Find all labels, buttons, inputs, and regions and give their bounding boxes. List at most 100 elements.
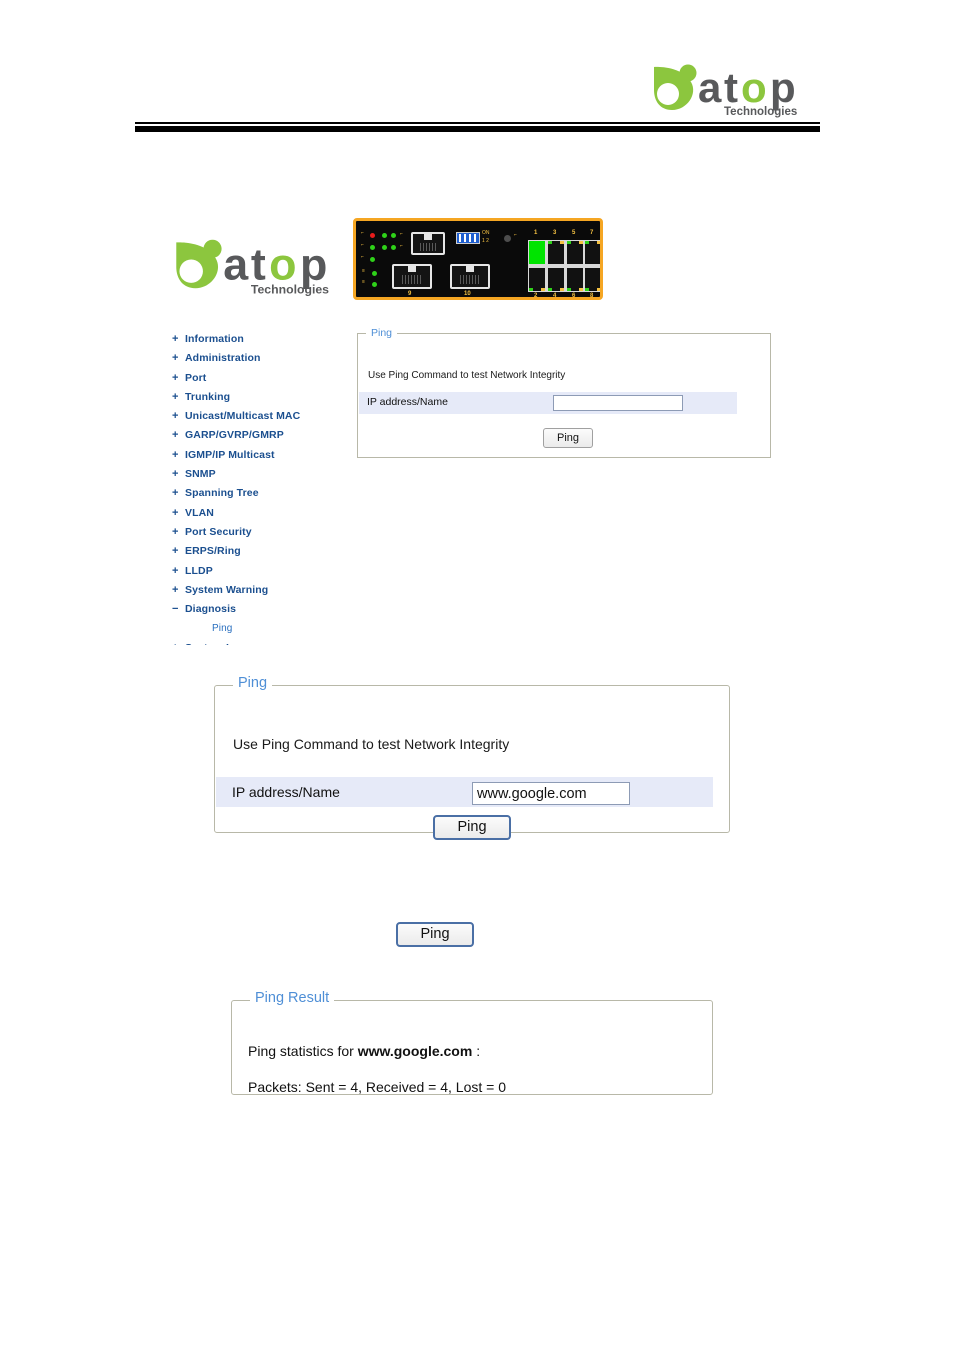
port-number-8: 8 [590,293,594,299]
port-2 [529,268,545,291]
status-led-6 [370,257,375,262]
port-block-1-8 [528,240,600,292]
port-number-4: 4 [553,293,557,299]
atop-logo-device-ui: a t o p Technologies [172,236,348,300]
status-led-4 [382,245,387,250]
sidebar-item-lldp[interactable]: + LLDP [172,560,352,579]
ping-statistics-target: www.google.com [357,1043,473,1059]
port-7 [585,241,600,264]
ping-button[interactable]: Ping [433,815,511,840]
sidebar-item-label: Trunking [185,390,231,403]
sidebar-item-administration[interactable]: + Administration [172,347,352,366]
collapse-minus-icon[interactable]: − [172,600,185,619]
header-rule-thick [135,126,820,132]
port-number-9: 9 [408,291,412,297]
led-label-e: ⌐ [400,243,403,249]
sidebar-item-ping[interactable]: Ping [172,617,352,636]
svg-text:t: t [724,64,738,111]
port-4 [548,268,564,291]
ping-statistics-suffix: : [472,1043,481,1059]
sidebar-item-label: Port [185,371,207,384]
sidebar-item-trunking[interactable]: + Trunking [172,386,352,405]
svg-text:p: p [770,64,796,111]
sidebar-item-spanning-tree[interactable]: + Spanning Tree [172,482,352,501]
rj45-port-10 [450,264,490,289]
figure-device-web-ui: a t o p Technologies ⌐ ⌐ ⌐ ⌐ ⌐ ≡ ≡ ON 1 … [0,200,954,660]
sidebar-item-snmp[interactable]: + SNMP [172,463,352,482]
sidebar-navigation[interactable]: + Information + Administration + Port + Trun… [172,328,352,645]
dip-switch [456,232,480,244]
sidebar-item-garp-gvrp-gmrp[interactable]: + GARP/GVRP/GMRP [172,424,352,443]
ip-address-name-label: IP address/Name [232,784,340,800]
rj45-console-port [411,232,445,255]
led-label-f: ≡ [362,268,365,274]
ping-statistics-prefix: Ping statistics for [248,1043,358,1059]
sidebar-item-erps-ring[interactable]: + ERPS/Ring [172,540,352,559]
figure-ping-form: Ping Use Ping Command to test Network In… [0,660,954,875]
device-front-panel-image: ⌐ ⌐ ⌐ ⌐ ⌐ ≡ ≡ ON 1 2 ⌐ 9 10 1 3 5 7 2 4 … [353,218,603,300]
sidebar-item-system-warning[interactable]: + System Warning [172,579,352,598]
sidebar-item-information[interactable]: + Information [172,328,352,347]
ip-address-name-input[interactable] [553,395,683,411]
expand-plus-icon[interactable]: + [172,639,185,645]
ping-statistics-line: Ping statistics for www.google.com : [248,1043,480,1059]
sidebar-item-label: Ping [212,623,233,635]
port-number-3: 3 [553,230,557,236]
ip-address-name-input[interactable] [472,782,630,805]
ip-address-name-label: IP address/Name [367,396,448,408]
sidebar-item-label: System Log [185,642,246,645]
sidebar-item-label: ERPS/Ring [185,545,241,558]
figure-ping-button: Ping [0,900,954,970]
led-label-a: ⌐ [361,230,364,236]
port-8 [585,268,600,291]
sidebar-item-label: Unicast/Multicast MAC [185,410,301,423]
svg-text:a: a [223,240,249,290]
status-led-7 [372,271,377,276]
ping-panel-description: Use Ping Command to test Network Integri… [233,736,510,752]
ping-button[interactable]: Ping [396,922,474,947]
led-label-c: ⌐ [361,254,364,260]
led-label-g: ≡ [362,279,365,285]
status-led-power [370,233,375,238]
status-led-8 [372,282,377,287]
sidebar-item-diagnosis[interactable]: − Diagnosis [172,598,352,617]
atop-logo-tagline-device: Technologies [251,283,329,297]
ping-panel-legend: Ping [366,327,398,339]
dip-switch-label-num: 1 2 [482,238,489,244]
sidebar-item-label: VLAN [185,506,214,519]
reset-dot-label: ⌐ [514,232,517,238]
sidebar-item-vlan[interactable]: + VLAN [172,502,352,521]
reset-dot [504,235,511,242]
ping-result-legend: Ping Result [250,990,335,1006]
port-number-1: 1 [534,230,538,236]
sidebar-item-port-security[interactable]: + Port Security [172,521,352,540]
svg-text:a: a [698,64,722,111]
svg-text:o: o [741,64,767,111]
status-led-5 [391,245,396,250]
sidebar-item-system-log[interactable]: +System Log [172,637,352,645]
sidebar-item-label: Diagnosis [185,603,237,616]
sidebar-item-label: LLDP [185,564,213,577]
figure-ping-result: Ping Result Ping statistics for www.goog… [0,985,954,1125]
sidebar-item-igmp-ip-multicast[interactable]: + IGMP/IP Multicast [172,444,352,463]
ping-panel-legend: Ping [233,675,273,691]
sidebar-item-label: System Warning [185,583,269,596]
ping-panel-description: Use Ping Command to test Network Integri… [368,370,566,381]
port-3 [548,241,564,264]
status-led-3 [370,245,375,250]
port-1 [529,241,545,264]
status-led-1 [382,233,387,238]
port-number-6: 6 [572,293,576,299]
dip-switch-label-on: ON [482,230,490,236]
sidebar-item-port[interactable]: + Port [172,367,352,386]
header-rule-thin [135,122,820,124]
ping-packets-line: Packets: Sent = 4, Received = 4, Lost = … [248,1079,506,1095]
sidebar-item-unicast-multicast-mac[interactable]: + Unicast/Multicast MAC [172,405,352,424]
rj45-port-9 [392,264,432,289]
port-6 [567,268,583,291]
led-label-d: ⌐ [400,231,403,237]
ping-button[interactable]: Ping [543,428,593,448]
port-5 [567,241,583,264]
sidebar-item-label: Administration [185,352,261,365]
port-number-5: 5 [572,230,576,236]
